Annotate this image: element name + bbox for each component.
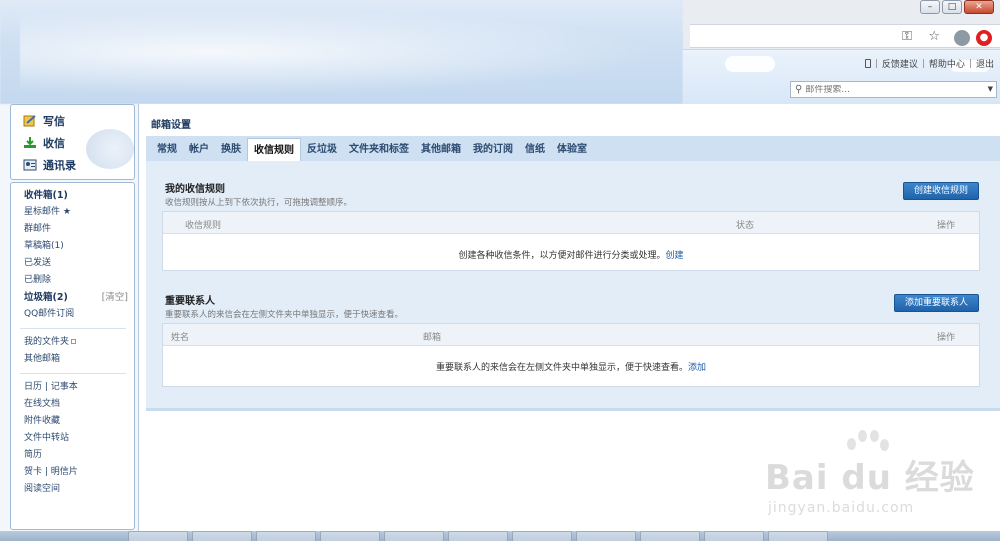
tab-antispam[interactable]: 反垃圾: [301, 136, 343, 161]
taskbar-item[interactable]: [576, 531, 636, 541]
search-icon: ⚲: [795, 84, 803, 95]
rules-table-header: 收信规则 状态 操作: [163, 212, 979, 234]
contacts-empty-message: 重要联系人的来信会在左侧文件夹中单独显示，便于快速查看。添加: [435, 363, 707, 373]
tab-general[interactable]: 常规: [151, 136, 183, 161]
contacts-title: 重要联系人: [165, 296, 215, 307]
tab-account[interactable]: 帐户: [183, 136, 215, 161]
watermark-logo: Bai du 经验: [765, 458, 975, 498]
rules-title: 我的收信规则: [165, 184, 225, 195]
sidebar-item-calendar-notes[interactable]: 日历 | 记事本: [24, 379, 134, 396]
chevron-down-icon[interactable]: ▼: [988, 85, 993, 93]
tab-lab[interactable]: 体验室: [551, 136, 593, 161]
taskbar-item[interactable]: [128, 531, 188, 541]
top-links: | 反馈建议 | 帮助中心 | 退出: [864, 57, 994, 70]
column-header: 姓名: [171, 333, 190, 343]
settings-tabs: 常规 帐户 换肤 收信规则 反垃圾 文件夹和标签 其他邮箱 我的订阅 信纸 体验…: [146, 136, 1000, 164]
column-header: 邮箱: [423, 333, 442, 343]
sidebar-item-cards[interactable]: 贺卡 | 明信片: [24, 464, 134, 481]
taskbar-item[interactable]: [640, 531, 700, 541]
key-icon[interactable]: ⚿: [902, 29, 912, 44]
header-banner: [0, 0, 683, 104]
empty-spam-link[interactable]: [清空]: [102, 289, 128, 306]
lock-icon: [71, 339, 77, 344]
baidu-jingyan-watermark: Bai du 经验 jingyan.baidu.com: [765, 430, 995, 525]
logout-link[interactable]: 退出: [976, 57, 994, 70]
sidebar-item-spam[interactable]: 垃圾箱(2) [清空]: [24, 289, 134, 306]
sidebar-item-reading-space[interactable]: 阅读空间: [24, 481, 134, 498]
tab-subscriptions[interactable]: 我的订阅: [467, 136, 519, 161]
rules-description: 收信规则按从上到下依次执行，可拖拽调整顺序。: [165, 198, 353, 208]
sidebar-item-group-mail[interactable]: 群邮件: [24, 221, 134, 238]
contacts-table: 姓名 邮箱 操作 重要联系人的来信会在左侧文件夹中单独显示，便于快速查看。添加: [162, 323, 980, 387]
tab-other-mailboxes[interactable]: 其他邮箱: [415, 136, 467, 161]
taskbar-item[interactable]: [448, 531, 508, 541]
taskbar-item[interactable]: [768, 531, 828, 541]
sidebar-item-attachments[interactable]: 附件收藏: [24, 413, 134, 430]
sidebar-item-online-docs[interactable]: 在线文档: [24, 396, 134, 413]
add-contact-link[interactable]: 添加: [688, 363, 706, 373]
tab-stationery[interactable]: 信纸: [519, 136, 551, 161]
divider: [20, 373, 126, 374]
qq-mascot-icon: [86, 129, 134, 169]
tab-skin[interactable]: 换肤: [215, 136, 247, 161]
sidebar-item-sent[interactable]: 已发送: [24, 255, 134, 272]
divider: [20, 328, 126, 329]
inbox-download-icon: [24, 137, 36, 148]
rules-empty-message: 创建各种收信条件，以方便对邮件进行分类或处理。创建: [458, 251, 684, 261]
phone-icon[interactable]: [864, 59, 871, 68]
sidebar-item-drafts[interactable]: 草稿箱(1): [24, 238, 134, 255]
rules-table: 收信规则 状态 操作 创建各种收信条件，以方便对邮件进行分类或处理。创建: [162, 211, 980, 271]
taskbar-item[interactable]: [320, 531, 380, 541]
help-link[interactable]: 帮助中心: [929, 57, 965, 70]
cloud-decoration: [725, 56, 775, 72]
compose-icon: [23, 115, 36, 127]
sidebar-item-resume[interactable]: 简历: [24, 447, 134, 464]
search-input[interactable]: [805, 84, 976, 95]
sidebar-folders: 收件箱(1) 星标邮件 ★ 群邮件 草稿箱(1) 已发送 已删除 垃圾箱(2) …: [10, 182, 135, 530]
taskbar-item[interactable]: [192, 531, 252, 541]
sidebar-actions: 写信 收信 通讯录: [10, 104, 135, 180]
tab-folders-labels[interactable]: 文件夹和标签: [343, 136, 415, 161]
taskbar-item[interactable]: [704, 531, 764, 541]
taskbar-item[interactable]: [384, 531, 444, 541]
settings-body: 我的收信规则 收信规则按从上到下依次执行，可拖拽调整顺序。 创建收信规则 收信规…: [146, 161, 1000, 411]
sidebar-item-file-transfer[interactable]: 文件中转站: [24, 430, 134, 447]
star-icon[interactable]: ☆: [928, 29, 940, 44]
sidebar-item-my-folders[interactable]: 我的文件夹: [24, 334, 134, 351]
contacts-icon: [23, 159, 37, 171]
receive-button[interactable]: 收信: [23, 135, 65, 151]
column-header: 操作: [936, 221, 955, 231]
minimize-button[interactable]: –: [920, 0, 940, 14]
create-rule-button[interactable]: 创建收信规则: [902, 182, 979, 200]
sidebar-item-deleted[interactable]: 已删除: [24, 272, 134, 289]
maximize-button[interactable]: □: [942, 0, 962, 14]
watermark-url: jingyan.baidu.com: [768, 500, 915, 516]
page-title: 邮箱设置: [151, 120, 191, 131]
column-header: 收信规则: [185, 221, 222, 231]
profile-icon[interactable]: [954, 30, 970, 46]
add-contact-button[interactable]: 添加重要联系人: [893, 294, 979, 312]
contacts-table-header: 姓名 邮箱 操作: [163, 324, 979, 346]
create-rule-link[interactable]: 创建: [666, 251, 684, 261]
column-header: 操作: [936, 333, 955, 343]
sidebar-item-qq-subscription[interactable]: QQ邮件订阅: [24, 306, 134, 323]
adblock-icon[interactable]: ●: [976, 30, 992, 46]
window-controls: – □ ✕: [920, 0, 994, 14]
sidebar-item-inbox[interactable]: 收件箱(1): [24, 187, 134, 204]
feedback-link[interactable]: 反馈建议: [882, 57, 918, 70]
sidebar-item-starred[interactable]: 星标邮件 ★: [24, 204, 134, 221]
os-taskbar: [0, 531, 1000, 541]
mail-search[interactable]: ⚲ ▼: [790, 81, 997, 98]
column-header: 状态: [736, 221, 755, 231]
contacts-description: 重要联系人的来信会在左侧文件夹中单独显示，便于快速查看。: [165, 310, 404, 320]
sidebar-item-other-mailboxes[interactable]: 其他邮箱: [24, 351, 134, 368]
contacts-button[interactable]: 通讯录: [23, 157, 76, 173]
taskbar-item[interactable]: [256, 531, 316, 541]
compose-button[interactable]: 写信: [23, 113, 65, 129]
close-button[interactable]: ✕: [964, 0, 994, 14]
taskbar-item[interactable]: [512, 531, 572, 541]
